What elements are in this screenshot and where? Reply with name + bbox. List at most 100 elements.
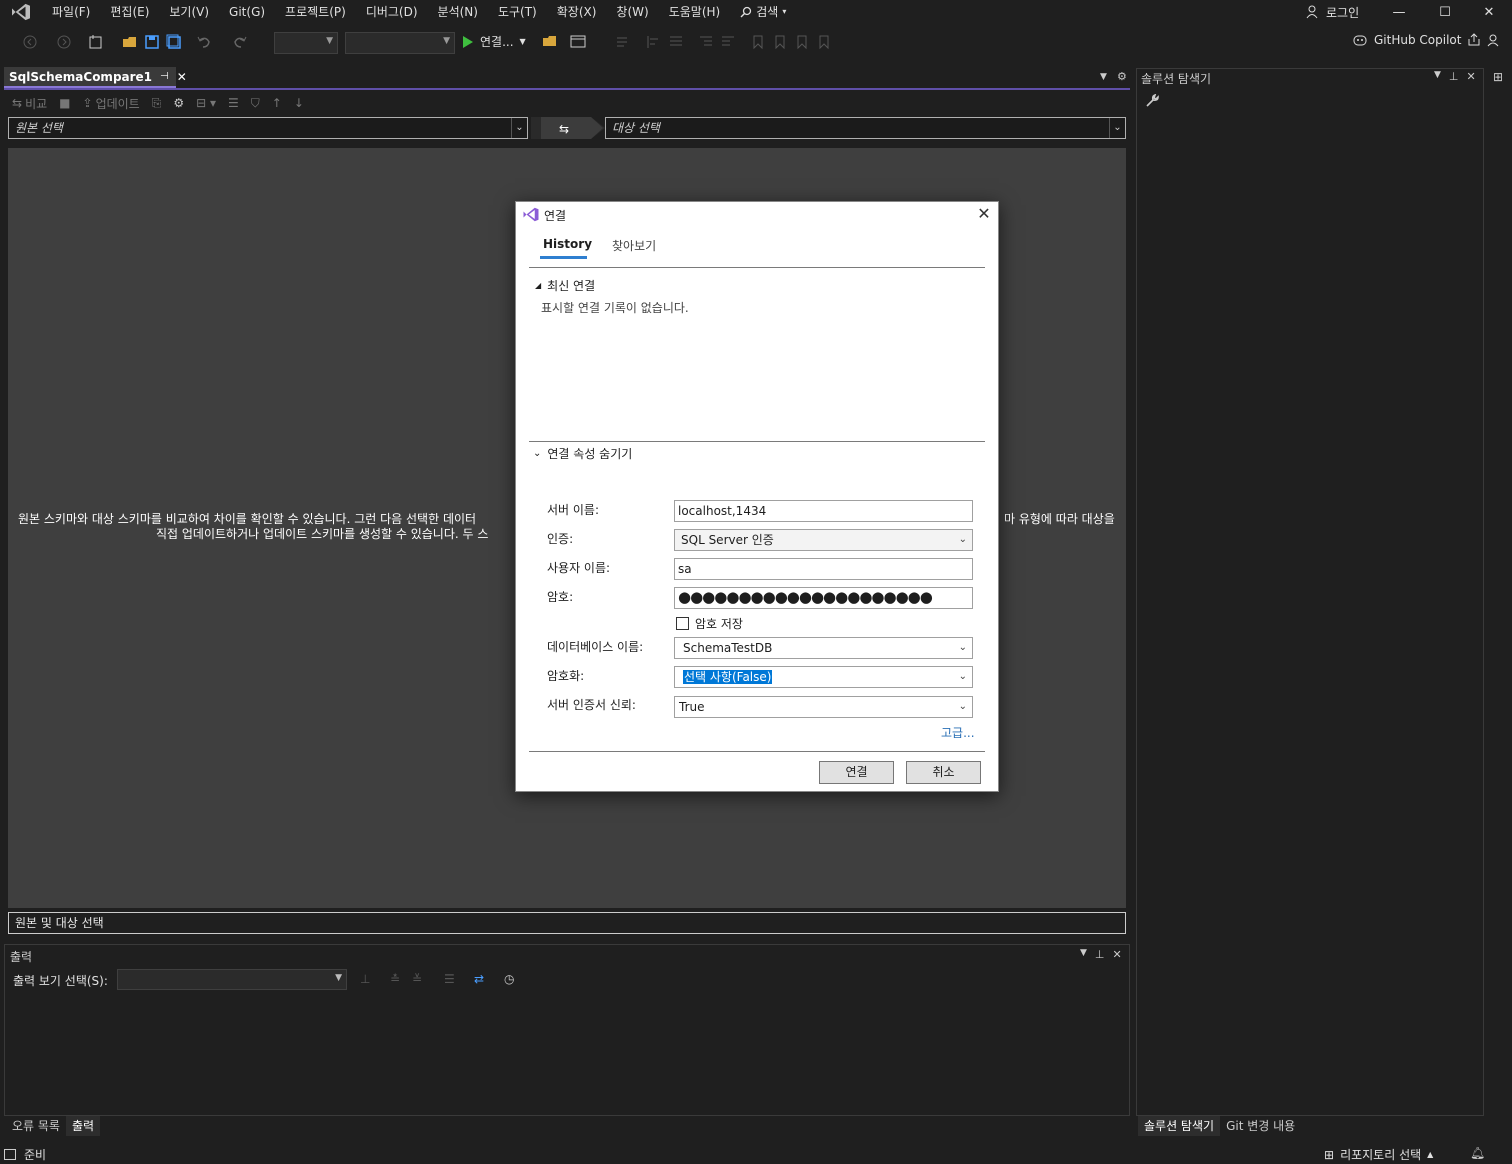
share-icon[interactable] xyxy=(1467,33,1481,47)
forward-icon[interactable] xyxy=(56,34,72,50)
menu-file[interactable]: 파일(F) xyxy=(42,0,100,24)
align-icon[interactable] xyxy=(668,34,684,50)
feedback-icon[interactable] xyxy=(1487,33,1501,47)
gear-icon[interactable]: ⚙ xyxy=(1117,70,1127,83)
tab-output[interactable]: 출력 xyxy=(65,1116,101,1136)
funnel-icon: ⛉ xyxy=(250,95,260,110)
notifications-tool-icon[interactable]: ⊞ xyxy=(1493,70,1503,84)
undo-icon[interactable] xyxy=(196,34,212,50)
tab-git-changes[interactable]: Git 변경 내용 xyxy=(1220,1116,1301,1136)
menu-search[interactable]: 검색 ▾ xyxy=(730,0,796,24)
swap-source-target-button[interactable]: ⇆ xyxy=(531,117,605,139)
tab-history[interactable]: History xyxy=(543,237,592,251)
word-wrap-icon[interactable]: ⇄ xyxy=(474,972,484,986)
user-name-input[interactable]: sa xyxy=(674,558,973,580)
tab-error-list[interactable]: 오류 목록 xyxy=(6,1116,66,1136)
options-button[interactable]: ⚙ xyxy=(169,96,188,110)
output-source-combo[interactable]: ▼ xyxy=(117,969,347,990)
save-icon[interactable] xyxy=(144,34,160,50)
prev-message-icon[interactable]: ≛ xyxy=(390,972,400,986)
menu-project[interactable]: 프로젝트(P) xyxy=(275,0,356,24)
previous-change-button[interactable]: ↑ xyxy=(268,96,286,110)
pin-icon[interactable]: ⊥ xyxy=(1095,948,1105,961)
new-project-icon[interactable] xyxy=(88,34,104,50)
menu-window[interactable]: 창(W) xyxy=(606,0,658,24)
folder-icon[interactable] xyxy=(542,34,558,50)
pin-icon[interactable]: ⊣ xyxy=(160,71,169,82)
select-repository-button[interactable]: ⊞ 리포지토리 선택 ▲ xyxy=(1324,1146,1433,1163)
next-change-button[interactable]: ↓ xyxy=(290,96,308,110)
minimize-button[interactable]: — xyxy=(1376,0,1422,24)
menu-view[interactable]: 보기(V) xyxy=(159,0,219,24)
github-copilot-button[interactable]: GitHub Copilot xyxy=(1352,33,1501,47)
encrypt-select[interactable]: 선택 사항(False) ⌄ xyxy=(674,666,973,688)
trust-server-certificate-value: True xyxy=(679,700,705,714)
document-tab-sqlschemacompare[interactable]: SqlSchemaCompare1 ⊣ ✕ xyxy=(4,67,187,88)
filter-clear-button[interactable]: ⛉ xyxy=(247,96,264,111)
trust-server-certificate-select[interactable]: True ⌄ xyxy=(674,696,973,718)
chevron-down-icon[interactable]: ▼ xyxy=(1434,70,1441,83)
platform-combo[interactable]: ▼ xyxy=(345,32,455,54)
open-folder-icon[interactable] xyxy=(122,34,138,50)
tab-dropdown-icon[interactable]: ▼ xyxy=(1100,72,1107,82)
align-left-icon[interactable] xyxy=(646,34,662,50)
chevron-down-icon[interactable]: ▼ xyxy=(1080,948,1087,961)
tab-solution-explorer[interactable]: 솔루션 탐색기 xyxy=(1138,1116,1221,1136)
dialog-close-icon[interactable]: ✕ xyxy=(975,205,993,223)
next-message-icon[interactable]: ≚ xyxy=(412,972,422,986)
login-button[interactable]: 로그인 xyxy=(1306,2,1359,22)
menu-analyze[interactable]: 분석(N) xyxy=(428,0,488,24)
bookmark-clear-icon[interactable] xyxy=(816,34,832,50)
target-select[interactable]: 대상 선택 ⌄ xyxy=(605,117,1126,139)
window-layout-icon[interactable] xyxy=(570,34,586,50)
filter-button[interactable]: ☰ xyxy=(224,96,243,110)
indent-icon[interactable] xyxy=(720,34,736,50)
breakpoint-icon[interactable] xyxy=(614,34,630,50)
authentication-select[interactable]: SQL Server 인증 ⌄ xyxy=(674,529,973,551)
back-icon[interactable] xyxy=(22,34,38,50)
close-icon[interactable]: ✕ xyxy=(177,70,187,84)
server-name-input[interactable]: localhost,1434 xyxy=(674,500,973,522)
menu-extensions[interactable]: 확장(X) xyxy=(547,0,607,24)
configuration-combo[interactable]: ▼ xyxy=(274,32,338,54)
bookmark-icon[interactable] xyxy=(750,34,766,50)
start-button[interactable]: 연결... ▼ xyxy=(462,33,526,50)
save-all-icon[interactable] xyxy=(166,34,182,50)
clear-all-icon[interactable]: ☰ xyxy=(444,972,455,986)
save-password-checkbox[interactable]: 암호 저장 xyxy=(676,615,743,632)
tab-browse[interactable]: 찾아보기 xyxy=(612,237,656,254)
hide-connection-properties-toggle[interactable]: ⌄ 연결 속성 숨기기 xyxy=(533,445,632,462)
menu-edit[interactable]: 편집(E) xyxy=(100,0,159,24)
close-icon[interactable]: ✕ xyxy=(1467,70,1476,83)
maximize-button[interactable]: ☐ xyxy=(1422,0,1468,24)
status-bar xyxy=(0,1144,1512,1164)
close-icon[interactable]: ✕ xyxy=(1113,948,1122,961)
recent-connections-header[interactable]: ◢ 최신 연결 xyxy=(535,277,595,294)
stop-button[interactable]: ■ xyxy=(55,96,74,110)
wrench-icon[interactable] xyxy=(1145,94,1159,108)
update-button[interactable]: ⇪ 업데이트 xyxy=(79,95,144,112)
redo-icon[interactable] xyxy=(232,34,248,50)
clock-icon[interactable]: ◷ xyxy=(504,972,514,986)
menu-help[interactable]: 도움말(H) xyxy=(659,0,731,24)
bookmark-next-icon[interactable] xyxy=(794,34,810,50)
cancel-button[interactable]: 취소 xyxy=(906,761,981,784)
close-window-button[interactable]: ✕ xyxy=(1466,0,1512,24)
generate-script-button[interactable]: ⎘ xyxy=(148,96,166,111)
source-select[interactable]: 원본 선택 ⌄ xyxy=(8,117,528,139)
bookmark-prev-icon[interactable] xyxy=(772,34,788,50)
divider xyxy=(529,441,985,442)
menu-git[interactable]: Git(G) xyxy=(219,0,275,24)
pin-icon[interactable]: ⊥ xyxy=(1449,70,1459,83)
advanced-link[interactable]: 고급... xyxy=(941,724,975,741)
bell-icon[interactable]: 🔔︎ xyxy=(1470,1146,1485,1160)
outdent-icon[interactable] xyxy=(698,34,714,50)
menu-debug[interactable]: 디버그(D) xyxy=(356,0,428,24)
database-name-select[interactable]: SchemaTestDB ⌄ xyxy=(674,637,973,659)
connect-button[interactable]: 연결 xyxy=(819,761,894,784)
find-message-icon[interactable]: ⊥ xyxy=(360,972,370,986)
password-input[interactable]: ●●●●●●●●●●●●●●●●●●●●● xyxy=(674,587,973,609)
menu-tools[interactable]: 도구(T) xyxy=(488,0,547,24)
group-results-button[interactable]: ⊟ ▾ xyxy=(192,96,220,110)
compare-button[interactable]: ⇆ 비교 xyxy=(8,95,51,112)
